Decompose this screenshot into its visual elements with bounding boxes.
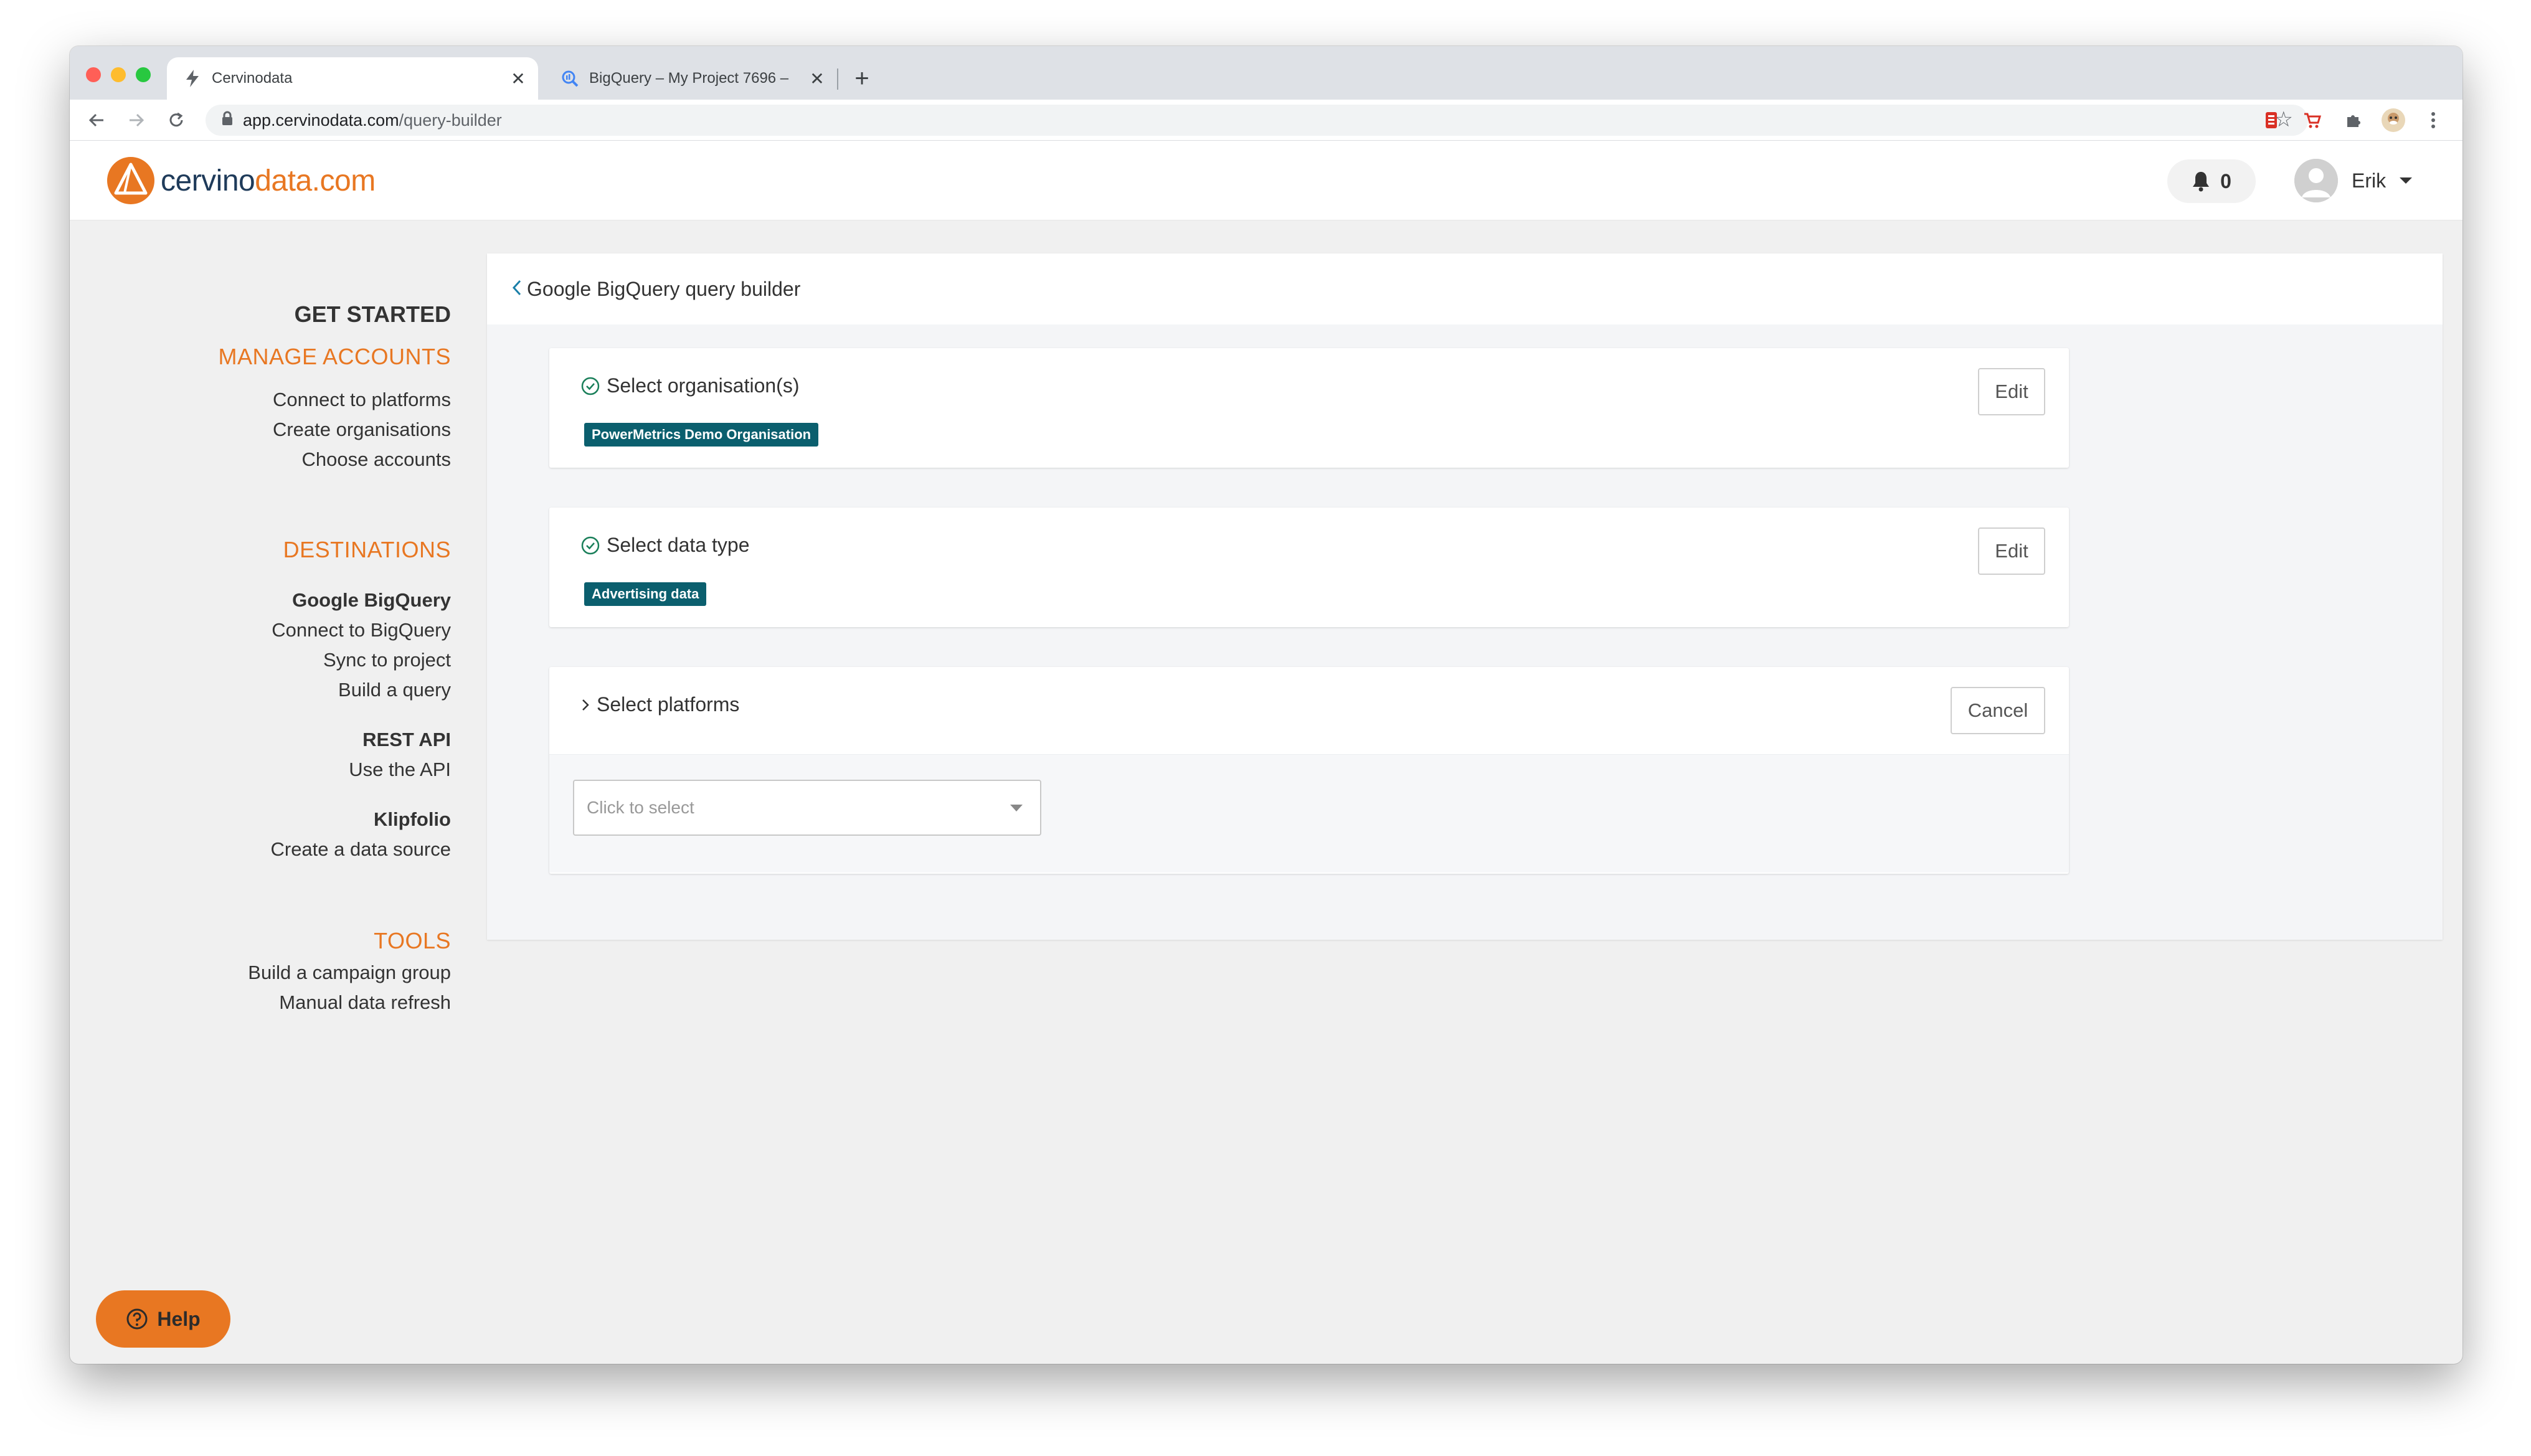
bell-icon <box>2193 172 2210 192</box>
bolt-icon <box>183 69 202 88</box>
tab-title: Cervinodata <box>212 70 293 87</box>
close-window-button[interactable] <box>86 67 101 82</box>
browser-toolbar: app.cervinodata.com/query-builder ☆ <box>70 100 2462 141</box>
sidebar-item-build-campaign-group[interactable]: Build a campaign group <box>248 962 451 984</box>
sidebar-item-manual-refresh[interactable]: Manual data refresh <box>279 991 451 1014</box>
back-arrow-icon[interactable] <box>83 107 110 133</box>
panel-header: Google BigQuery query builder <box>487 253 2443 324</box>
page-title: Google BigQuery query builder <box>527 277 801 300</box>
sidebar-heading-rest-api: REST API <box>362 729 451 750</box>
tab-strip: Cervinodata ✕ BigQuery – My Project 7696… <box>70 46 2462 100</box>
data-type-badge: Advertising data <box>584 582 707 606</box>
platforms-dropdown[interactable]: Click to select <box>573 780 1041 836</box>
tab-bigquery[interactable]: BigQuery – My Project 7696 – ✕ <box>544 57 837 100</box>
avatar <box>2294 159 2338 202</box>
bigquery-icon <box>561 69 579 88</box>
lock-icon <box>222 111 233 130</box>
cancel-button[interactable]: Cancel <box>1951 687 2045 734</box>
tab-cervinodata[interactable]: Cervinodata ✕ <box>167 57 538 100</box>
sidebar-heading-destinations: DESTINATIONS <box>283 537 451 562</box>
forward-arrow-icon[interactable] <box>123 107 149 133</box>
sidebar-heading-tools: TOOLS <box>374 928 451 953</box>
extension-red-icon[interactable] <box>2258 107 2284 133</box>
new-tab-button[interactable]: + <box>848 65 876 92</box>
logo-text-part2: data.com <box>255 164 376 197</box>
platforms-select-area: Click to select <box>549 754 2069 872</box>
dropdown-placeholder: Click to select <box>587 798 694 817</box>
sidebar-item-build-query[interactable]: Build a query <box>338 679 451 701</box>
sidebar-item-create-organisations[interactable]: Create organisations <box>273 418 451 441</box>
sidebar-item-sync-project[interactable]: Sync to project <box>323 649 451 671</box>
sidebar-item-create-data-source[interactable]: Create a data source <box>270 838 451 861</box>
sidebar-heading-manage-accounts: MANAGE ACCOUNTS <box>218 344 451 369</box>
tab-divider <box>837 69 838 90</box>
tab-title: BigQuery – My Project 7696 – <box>589 70 789 87</box>
notification-count: 0 <box>2220 169 2231 192</box>
app-header: cervinodata.com 0 Erik <box>70 141 2462 220</box>
url-path: /query-builder <box>399 110 502 130</box>
sidebar-item-connect-platforms[interactable]: Connect to platforms <box>273 389 451 411</box>
logo-text-part1: cervino <box>161 164 255 197</box>
edit-data-type-button[interactable]: Edit <box>1978 527 2045 575</box>
logo-mountain-icon <box>107 157 154 204</box>
browser-menu-icon[interactable] <box>2420 107 2446 133</box>
url-host: app.cervinodata.com <box>243 110 399 130</box>
chevron-right-icon <box>582 699 589 711</box>
step-select-organisations: Select organisation(s) PowerMetrics Demo… <box>549 348 2069 468</box>
minimize-window-button[interactable] <box>111 67 126 82</box>
step-select-data-type: Select data type Advertising data Edit <box>549 508 2069 627</box>
user-menu[interactable]: Erik <box>2294 156 2413 206</box>
sidebar-heading-klipfolio: Klipfolio <box>374 808 451 830</box>
organisation-badge: PowerMetrics Demo Organisation <box>584 423 819 447</box>
close-tab-icon[interactable]: ✕ <box>507 67 529 90</box>
profile-avatar-icon[interactable] <box>2380 107 2406 133</box>
extensions-puzzle-icon[interactable] <box>2340 107 2367 133</box>
close-tab-icon[interactable]: ✕ <box>806 67 828 90</box>
step-title[interactable]: Select platforms <box>580 693 739 716</box>
chevron-left-icon[interactable] <box>512 279 522 300</box>
sidebar-item-connect-bigquery[interactable]: Connect to BigQuery <box>272 619 451 641</box>
edit-organisations-button[interactable]: Edit <box>1978 368 2045 415</box>
address-bar[interactable]: app.cervinodata.com/query-builder ☆ <box>206 105 2308 136</box>
cervinodata-logo[interactable]: cervinodata.com <box>106 156 376 206</box>
sidebar-item-use-api[interactable]: Use the API <box>349 759 451 781</box>
question-circle-icon <box>126 1308 148 1330</box>
help-button[interactable]: Help <box>96 1290 230 1348</box>
step-select-platforms: Select platforms Cancel Click to select <box>549 667 2069 874</box>
query-builder-panel: Google BigQuery query builder Select org… <box>487 253 2443 940</box>
step-title: Select data type <box>580 534 749 557</box>
extension-cart-icon[interactable] <box>2299 107 2325 133</box>
user-name: Erik <box>2352 169 2387 192</box>
notifications-button[interactable]: 0 <box>2167 159 2256 203</box>
check-circle-icon <box>581 536 600 554</box>
dropdown-arrow-icon <box>1010 804 1023 811</box>
step-title: Select organisation(s) <box>580 374 799 397</box>
browser-window: Cervinodata ✕ BigQuery – My Project 7696… <box>70 46 2462 1364</box>
sidebar-heading-google-bigquery: Google BigQuery <box>292 589 451 611</box>
sidebar-get-started[interactable]: GET STARTED <box>295 301 451 328</box>
help-label: Help <box>157 1307 201 1330</box>
maximize-window-button[interactable] <box>136 67 151 82</box>
reload-icon[interactable] <box>163 107 189 133</box>
check-circle-icon <box>581 377 600 395</box>
sidebar-item-choose-accounts[interactable]: Choose accounts <box>301 448 451 471</box>
chevron-down-icon <box>2400 177 2413 184</box>
